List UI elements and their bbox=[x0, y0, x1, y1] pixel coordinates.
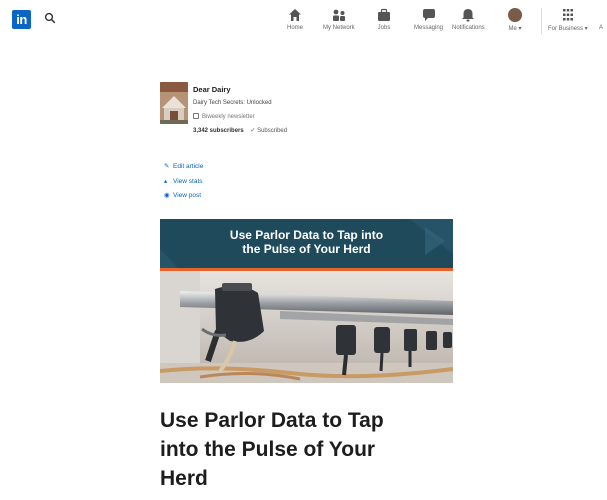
subscribed-status[interactable]: ✓ Subscribed bbox=[250, 128, 287, 134]
newsletter-thumbnail-image bbox=[160, 82, 188, 124]
home-icon bbox=[289, 9, 301, 21]
subscriber-info: 3,342 subscribers ✓ Subscribed bbox=[193, 127, 287, 134]
milking-equipment-photo bbox=[160, 271, 453, 383]
nav-for-business[interactable]: For Business ▾ bbox=[548, 8, 588, 32]
edit-article-label: Edit article bbox=[173, 163, 204, 170]
pencil-icon: ✎ bbox=[164, 163, 170, 170]
messaging-icon bbox=[422, 9, 435, 21]
nav-label: Messaging bbox=[414, 25, 444, 31]
newsletter-frequency: Biweekly newsletter bbox=[193, 113, 255, 120]
search-icon[interactable] bbox=[44, 12, 56, 24]
newsletter-thumbnail[interactable] bbox=[160, 82, 188, 124]
article-title-line2: into the Pulse of Your bbox=[160, 438, 376, 461]
nav-label: Home bbox=[287, 25, 304, 31]
subscriber-count[interactable]: 3,342 subscribers bbox=[193, 128, 244, 134]
calendar-icon bbox=[193, 113, 199, 119]
linkedin-logo[interactable]: in bbox=[12, 10, 31, 29]
top-navigation: in Home My Network Jobs Messaging Notifi… bbox=[0, 0, 607, 44]
nav-me[interactable]: Me ▾ bbox=[508, 8, 522, 32]
nav-messaging[interactable]: Messaging bbox=[414, 8, 443, 31]
article-title: Use Parlor Data to Tap into the Pulse of… bbox=[160, 406, 460, 493]
stats-icon: ▴ bbox=[164, 178, 168, 185]
view-stats-link[interactable]: ▴ View stats bbox=[164, 177, 203, 185]
avatar bbox=[508, 8, 522, 22]
view-stats-label: View stats bbox=[173, 178, 203, 185]
eye-icon: ◉ bbox=[164, 192, 170, 199]
nav-truncated-item[interactable]: A bbox=[599, 25, 603, 31]
view-post-label: View post bbox=[173, 192, 202, 199]
nav-jobs[interactable]: Jobs bbox=[376, 8, 392, 31]
nav-label: A bbox=[599, 25, 604, 31]
nav-notifications[interactable]: Notifications bbox=[452, 8, 485, 31]
nav-home[interactable]: Home bbox=[287, 8, 303, 31]
nav-label: For Business ▾ bbox=[548, 26, 588, 32]
article-title-line1: Use Parlor Data to Tap bbox=[160, 409, 384, 432]
view-post-link[interactable]: ◉ View post bbox=[164, 191, 201, 199]
network-icon bbox=[332, 9, 345, 21]
jobs-icon bbox=[378, 8, 390, 21]
bell-icon bbox=[462, 9, 475, 22]
newsletter-title[interactable]: Dear Dairy bbox=[193, 85, 231, 94]
newsletter-subtitle: Dairy Tech Secrets: Unlocked bbox=[193, 100, 272, 106]
grid-icon bbox=[562, 9, 573, 21]
nav-label: Jobs bbox=[377, 25, 391, 31]
nav-label: Notifications bbox=[452, 25, 485, 31]
article-cover-image: Use Parlor Data to Tap into the Pulse of… bbox=[160, 219, 453, 383]
article-title-line3: Herd bbox=[160, 467, 208, 490]
cover-title-line2: the Pulse of Your Herd bbox=[242, 242, 371, 256]
edit-article-link[interactable]: ✎ Edit article bbox=[164, 162, 203, 170]
nav-divider bbox=[541, 8, 542, 34]
cover-title: Use Parlor Data to Tap into the Pulse of… bbox=[160, 228, 453, 256]
frequency-text: Biweekly newsletter bbox=[202, 114, 255, 120]
nav-label: Me ▾ bbox=[508, 26, 522, 32]
cover-title-line1: Use Parlor Data to Tap into bbox=[229, 228, 384, 242]
nav-label: My Network bbox=[323, 25, 355, 31]
nav-my-network[interactable]: My Network bbox=[323, 8, 355, 31]
